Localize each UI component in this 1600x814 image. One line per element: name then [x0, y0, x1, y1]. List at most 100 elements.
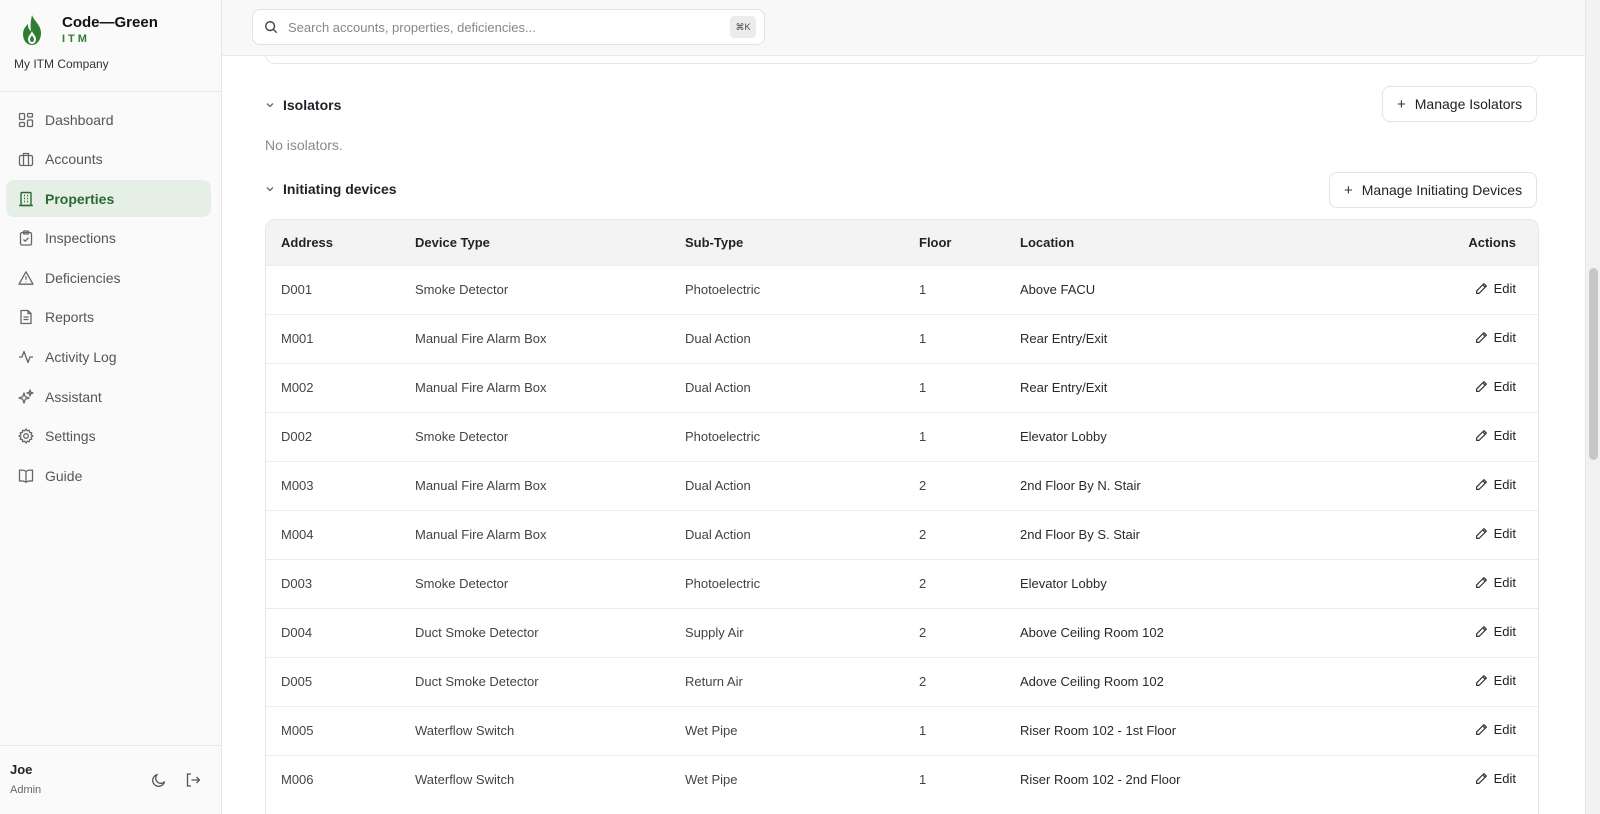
cell-floor: 1 — [919, 282, 927, 297]
table-row: M006 Waterflow Switch Wet Pipe 1 Riser Room … — [266, 755, 1538, 804]
cell-sub-type: Dual Action — [685, 478, 751, 493]
edit-label: Edit — [1493, 526, 1516, 541]
edit-button[interactable]: Edit — [1475, 722, 1516, 737]
edit-label: Edit — [1493, 379, 1516, 394]
sidebar-item-settings[interactable]: Settings — [6, 418, 211, 455]
cell-floor: 2 — [919, 625, 927, 640]
cell-address: D004 — [281, 625, 313, 640]
cell-sub-type: Wet Pipe — [685, 772, 738, 788]
cell-device-type: Duct Smoke Detector — [415, 625, 539, 640]
edit-label: Edit — [1493, 281, 1516, 296]
cell-actions: Edit — [1390, 657, 1538, 706]
column-header-address[interactable]: Address — [266, 220, 400, 265]
user-name: Joe — [10, 762, 33, 777]
cell-device-type: Manual Fire Alarm Box — [415, 478, 547, 493]
edit-label: Edit — [1493, 722, 1516, 737]
scrollbar[interactable] — [1585, 0, 1600, 814]
table-row: M004 Manual Fire Alarm Box Dual Action 2 2nd… — [266, 510, 1538, 559]
cell-address: M005 — [281, 723, 314, 738]
sidebar-item-assistant[interactable]: Assistant — [6, 378, 211, 415]
cell-location: Above FACU — [1020, 282, 1096, 297]
brand-name: Code—Green — [62, 14, 158, 31]
user-divider — [0, 745, 221, 746]
cell-location: Elevator Lobby — [1020, 576, 1107, 591]
sidebar: Code—Green ITM My ITM Company Dashboard … — [0, 0, 222, 814]
edit-button[interactable]: Edit — [1475, 477, 1516, 492]
cell-sub-type: Dual Action — [685, 527, 751, 542]
plus-icon: + — [1344, 181, 1353, 199]
theme-toggle-button[interactable] — [147, 768, 171, 792]
pencil-icon — [1475, 479, 1487, 490]
cell-floor: 1 — [919, 772, 927, 788]
sparkles-icon — [18, 389, 34, 404]
sidebar-item-activity-log[interactable]: Activity Log — [6, 339, 211, 376]
sidebar-item-reports[interactable]: Reports — [6, 299, 211, 336]
search-input[interactable] — [288, 19, 718, 35]
sidebar-item-properties[interactable]: Properties — [6, 180, 211, 218]
search-box[interactable]: ⌘K — [252, 9, 765, 45]
cell-actions: Edit — [1390, 314, 1538, 363]
dashboard-icon — [18, 112, 34, 127]
pencil-icon — [1475, 332, 1487, 343]
edit-button[interactable]: Edit — [1475, 379, 1516, 394]
pencil-icon — [1475, 528, 1487, 539]
edit-button[interactable]: Edit — [1475, 575, 1516, 590]
cell-location: Riser Room 102 - 1st Floor — [1020, 723, 1177, 738]
cell-device-type: Manual Fire Alarm Box — [415, 527, 547, 542]
table-header-row: Address Device Type Sub-Type Floor Locat… — [266, 220, 1538, 265]
gear-icon — [18, 428, 34, 444]
cell-address: D001 — [281, 282, 313, 297]
cell-location: Elevator Lobby — [1020, 429, 1107, 444]
edit-label: Edit — [1493, 575, 1516, 590]
isolators-section-toggle[interactable]: Isolators — [265, 97, 341, 113]
edit-button[interactable]: Edit — [1475, 330, 1516, 345]
edit-button[interactable]: Edit — [1475, 624, 1516, 639]
column-header-floor[interactable]: Floor — [904, 220, 1005, 265]
table-row: M001 Manual Fire Alarm Box Dual Action 1 Rea… — [266, 314, 1538, 363]
column-header-location[interactable]: Location — [1005, 220, 1390, 265]
cell-actions: Edit — [1390, 510, 1538, 559]
chevron-down-icon — [266, 187, 274, 192]
logout-icon — [186, 773, 201, 787]
logout-button[interactable] — [181, 768, 205, 792]
top-bar: ⌘K — [222, 0, 1600, 56]
cell-sub-type: Photoelectric — [685, 576, 761, 591]
sidebar-item-label: Accounts — [45, 151, 103, 168]
initiating-devices-section-toggle[interactable]: Initiating devices — [265, 181, 397, 197]
sidebar-item-label: Deficiencies — [45, 269, 121, 286]
edit-button[interactable]: Edit — [1475, 281, 1516, 296]
cell-device-type: Smoke Detector — [415, 429, 509, 444]
cell-floor: 2 — [919, 527, 927, 542]
sidebar-item-inspections[interactable]: Inspections — [6, 220, 211, 257]
edit-button[interactable]: Edit — [1475, 771, 1516, 786]
edit-button[interactable]: Edit — [1475, 526, 1516, 541]
edit-button[interactable]: Edit — [1475, 428, 1516, 443]
manage-initiating-devices-button[interactable]: + Manage Initiating Devices — [1329, 172, 1538, 208]
cell-device-type: Smoke Detector — [415, 282, 509, 297]
column-header-device-type[interactable]: Device Type — [400, 220, 670, 265]
manage-isolators-label: Manage Isolators — [1414, 96, 1523, 112]
company-name: My ITM Company — [14, 57, 109, 71]
column-header-sub-type[interactable]: Sub-Type — [670, 220, 904, 265]
cell-location: Adove Ceiling Room 102 — [1020, 674, 1164, 689]
sidebar-item-deficiencies[interactable]: Deficiencies — [6, 259, 211, 296]
cell-address: D005 — [281, 674, 313, 689]
cell-address: D002 — [281, 429, 313, 444]
file-text-icon — [20, 310, 32, 325]
brand[interactable]: Code—Green ITM — [20, 14, 158, 46]
book-icon — [18, 469, 34, 483]
table-row: M002 Manual Fire Alarm Box Dual Action 1 Rea… — [266, 363, 1538, 412]
scrollbar-thumb[interactable] — [1589, 268, 1598, 460]
sidebar-item-dashboard[interactable]: Dashboard — [6, 101, 211, 138]
edit-label: Edit — [1493, 673, 1516, 688]
cell-actions: Edit — [1390, 363, 1538, 412]
sidebar-item-label: Activity Log — [45, 349, 117, 366]
sidebar-item-accounts[interactable]: Accounts — [6, 141, 211, 178]
cell-actions: Edit — [1390, 461, 1538, 510]
manage-initiating-devices-label: Manage Initiating Devices — [1361, 182, 1523, 198]
chevron-down-icon — [266, 103, 274, 108]
manage-isolators-button[interactable]: + Manage Isolators — [1382, 86, 1538, 122]
cell-device-type: Manual Fire Alarm Box — [415, 380, 547, 395]
sidebar-item-guide[interactable]: Guide — [6, 457, 211, 494]
edit-button[interactable]: Edit — [1475, 673, 1516, 688]
